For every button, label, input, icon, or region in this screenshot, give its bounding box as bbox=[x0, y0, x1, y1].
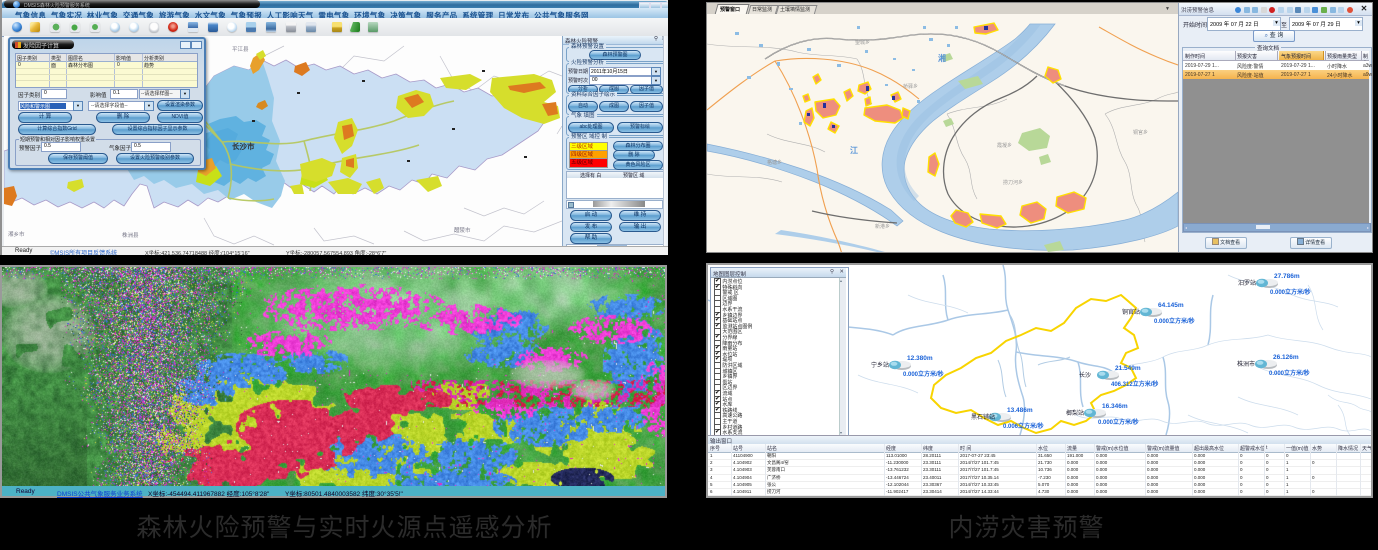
svg-text:16.346m: 16.346m bbox=[1102, 403, 1128, 410]
svg-text:21.549m: 21.549m bbox=[1115, 365, 1141, 372]
svg-text:宁乡站: 宁乡站 bbox=[871, 361, 889, 369]
svg-text:铜官乡: 铜官乡 bbox=[1133, 129, 1148, 136]
svg-text:0.000立方米/秒: 0.000立方米/秒 bbox=[903, 370, 944, 378]
svg-text:铜官站: 铜官站 bbox=[1122, 308, 1140, 316]
svg-text:12.380m: 12.380m bbox=[907, 355, 933, 362]
svg-text:榔梨站: 榔梨站 bbox=[1066, 409, 1084, 417]
svg-text:醴陵市: 醴陵市 bbox=[454, 226, 471, 234]
svg-text:平江县: 平江县 bbox=[232, 46, 249, 53]
svg-text:406.312立方米/秒: 406.312立方米/秒 bbox=[1111, 380, 1158, 388]
svg-text:霞凝乡: 霞凝乡 bbox=[997, 142, 1012, 149]
svg-text:长沙: 长沙 bbox=[1079, 371, 1091, 379]
svg-text:新港乡: 新港乡 bbox=[875, 223, 890, 230]
svg-text:湘: 湘 bbox=[938, 53, 946, 63]
svg-text:汨罗站: 汨罗站 bbox=[1238, 279, 1256, 287]
svg-text:望城乡: 望城乡 bbox=[855, 39, 870, 46]
svg-text:桥驿乡: 桥驿乡 bbox=[903, 83, 918, 90]
svg-text:格塘乡: 格塘乡 bbox=[767, 159, 782, 166]
svg-text:0.000立方米/秒: 0.000立方米/秒 bbox=[1098, 418, 1139, 426]
svg-text:0.000立方米/秒: 0.000立方米/秒 bbox=[1270, 288, 1311, 296]
svg-text:株洲县: 株洲县 bbox=[122, 231, 139, 239]
svg-text:株洲市: 株洲市 bbox=[1237, 360, 1255, 368]
svg-text:捞刀河乡: 捞刀河乡 bbox=[1003, 179, 1023, 186]
svg-text:江: 江 bbox=[850, 145, 858, 155]
svg-text:0.000立方米/秒: 0.000立方米/秒 bbox=[1269, 369, 1310, 377]
svg-text:13.486m: 13.486m bbox=[1007, 407, 1033, 414]
svg-text:64.145m: 64.145m bbox=[1158, 302, 1184, 309]
svg-text:0.000立方米/秒: 0.000立方米/秒 bbox=[1154, 317, 1195, 325]
svg-text:27.786m: 27.786m bbox=[1274, 273, 1300, 280]
svg-text:0.006立方米/秒: 0.006立方米/秒 bbox=[1003, 422, 1044, 430]
svg-text:长沙市: 长沙市 bbox=[232, 141, 255, 151]
svg-text:26.126m: 26.126m bbox=[1273, 354, 1299, 361]
svg-text:湘乡市: 湘乡市 bbox=[8, 230, 25, 238]
svg-text:黑石铺站: 黑石铺站 bbox=[971, 413, 995, 421]
